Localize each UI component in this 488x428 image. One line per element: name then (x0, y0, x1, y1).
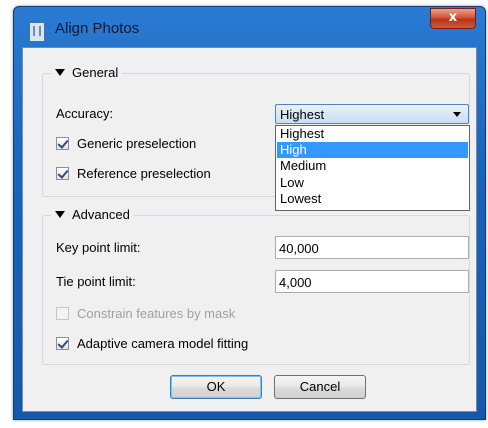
accuracy-dropdown-list: Highest High Medium Low Lowest (275, 125, 470, 211)
general-group-header[interactable]: General (51, 65, 123, 80)
collapse-triangle-icon (55, 211, 65, 219)
accuracy-option-medium[interactable]: Medium (277, 158, 468, 174)
key-point-limit-label: Key point limit: (56, 240, 141, 255)
constrain-features-label: Constrain features by mask (77, 306, 236, 321)
general-legend-label: General (72, 65, 119, 80)
accuracy-label: Accuracy: (56, 106, 114, 121)
window-title: Align Photos (55, 20, 140, 37)
collapse-triangle-icon (55, 69, 65, 77)
advanced-legend-label: Advanced (72, 207, 130, 222)
reference-preselection-checkbox[interactable] (56, 167, 69, 180)
key-point-limit-value: 40,000 (279, 241, 319, 256)
accuracy-option-low[interactable]: Low (277, 175, 468, 191)
accuracy-option-lowest[interactable]: Lowest (277, 191, 468, 207)
key-point-limit-input[interactable]: 40,000 (275, 236, 469, 259)
tie-point-limit-label: Tie point limit: (56, 274, 136, 289)
generic-preselection-label[interactable]: Generic preselection (77, 136, 196, 151)
accuracy-option-highest[interactable]: Highest (277, 126, 468, 142)
advanced-group-header[interactable]: Advanced (51, 207, 134, 222)
adaptive-fitting-checkbox[interactable] (56, 337, 69, 350)
dialog-window-frame: Align Photos x General Accuracy: Generic… (13, 6, 486, 420)
tie-point-limit-input[interactable]: 4,000 (275, 270, 469, 293)
close-button[interactable]: x (430, 8, 476, 29)
ok-button[interactable]: OK (170, 375, 262, 399)
generic-preselection-checkbox[interactable] (56, 137, 69, 150)
accuracy-option-high[interactable]: High (277, 142, 468, 158)
accuracy-selected-value: Highest (280, 107, 325, 122)
accuracy-select[interactable]: Highest (275, 104, 469, 124)
adaptive-fitting-label[interactable]: Adaptive camera model fitting (77, 336, 248, 351)
constrain-features-checkbox (56, 307, 69, 320)
reference-preselection-label[interactable]: Reference preselection (77, 166, 211, 181)
title-bar[interactable]: Align Photos x (14, 7, 485, 47)
cancel-button[interactable]: Cancel (274, 375, 366, 399)
film-strip-icon (29, 22, 45, 42)
dialog-client-area: General Accuracy: Generic preselection R… (22, 47, 477, 412)
chevron-down-icon (453, 112, 461, 117)
tie-point-limit-value: 4,000 (279, 275, 312, 290)
